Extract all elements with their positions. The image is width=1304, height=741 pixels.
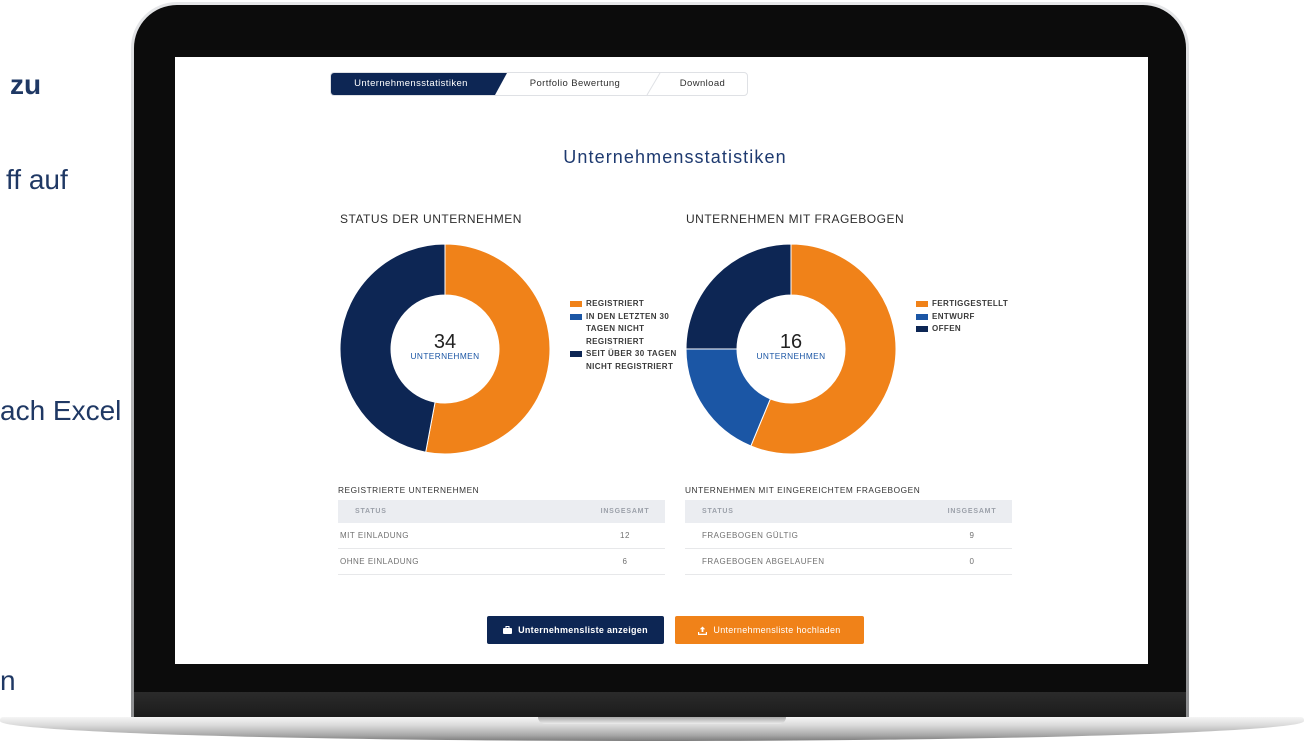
legend-item: FERTIGGESTELLT [916, 298, 1008, 311]
legend-swatch [570, 301, 582, 307]
legend-item: SEIT ÜBER 30 TAGEN NICHT REGISTRIERT [570, 348, 690, 373]
cell-total: 6 [622, 557, 628, 566]
chart-title-fragebogen: UNTERNEHMEN MIT FRAGEBOGEN [686, 212, 905, 226]
legend-item: IN DEN LETZTEN 30 TAGEN NICHT REGISTRIER… [570, 311, 690, 349]
cell-total: 9 [969, 531, 975, 540]
side-text-line-1: zu [10, 69, 42, 100]
table-header: STATUS INSGESAMT [685, 500, 1012, 523]
tab-label: Download [679, 78, 726, 89]
legend-item: OFFEN [916, 323, 1008, 336]
cell-status: FRAGEBOGEN GÜLTIG [702, 531, 799, 540]
donut-center: 16 UNTERNEHMEN [741, 331, 841, 361]
legend-swatch [570, 351, 582, 357]
legend-swatch [916, 313, 928, 320]
tab-download[interactable]: Download [656, 73, 747, 95]
legend-label: REGISTRIERT [586, 299, 645, 308]
table-row: FRAGEBOGEN GÜLTIG 9 [685, 523, 1012, 549]
legend-label: SEIT ÜBER 30 TAGEN NICHT REGISTRIERT [586, 349, 677, 371]
donut-center: 34 UNTERNEHMEN [395, 331, 495, 361]
side-text-line-4: n [0, 665, 16, 696]
upload-icon [698, 626, 708, 635]
legend-swatch [916, 301, 928, 307]
table-row: MIT EINLADUNG 12 [338, 523, 665, 549]
donut-center-value: 34 [433, 331, 457, 353]
tab-bar: Unternehmensstatistiken Portfolio Bewert… [330, 72, 748, 96]
table-caption: UNTERNEHMEN MIT EINGEREICHTEM FRAGEBOGEN [685, 485, 921, 495]
column-header-total: INSGESAMT [600, 508, 650, 515]
cell-status: MIT EINLADUNG [340, 531, 410, 540]
table-row: OHNE EINLADUNG 6 [338, 549, 665, 575]
legend-item: REGISTRIERT [570, 298, 690, 311]
table-eingereichte-fragebogen: UNTERNEHMEN MIT EINGEREICHTEM FRAGEBOGEN… [685, 485, 1012, 575]
cell-status: OHNE EINLADUNG [340, 557, 420, 566]
donut-center-value: 16 [779, 331, 803, 353]
legend-label: ENTWURF [932, 311, 975, 321]
button-label: Unternehmensliste hochladen [713, 625, 841, 635]
donut-center-label: UNTERNEHMEN [756, 351, 826, 361]
table-caption: REGISTRIERTE UNTERNEHMEN [338, 485, 480, 495]
chart-legend: REGISTRIERT IN DEN LETZTEN 30 TAGEN NICH… [570, 298, 690, 373]
legend-label: OFFEN [932, 324, 962, 333]
side-text-line-3: ach Excel [0, 395, 122, 426]
button-label: Unternehmensliste anzeigen [518, 625, 648, 635]
table-header: STATUS INSGESAMT [338, 500, 665, 523]
chart-legend: FERTIGGESTELLT ENTWURF OFFEN [916, 298, 1008, 336]
column-header-total: INSGESAMT [947, 508, 997, 515]
table-registrierte-unternehmen: REGISTRIERTE UNTERNEHMEN STATUS INSGESAM… [338, 485, 665, 575]
show-company-list-button[interactable]: Unternehmensliste anzeigen [487, 616, 664, 644]
legend-item: ENTWURF [916, 311, 1008, 324]
cell-total: 12 [620, 531, 630, 540]
upload-company-list-button[interactable]: Unternehmensliste hochladen [675, 616, 864, 644]
briefcase-icon [503, 626, 513, 634]
legend-label: FERTIGGESTELLT [932, 299, 1009, 308]
legend-label: IN DEN LETZTEN 30 TAGEN NICHT REGISTRIER… [586, 311, 670, 346]
page-title: Unternehmensstatistiken [563, 147, 787, 167]
dashboard-screen: Unternehmensstatistiken Portfolio Bewert… [175, 57, 1148, 664]
laptop-chin [134, 692, 1186, 718]
table-row: FRAGEBOGEN ABGELAUFEN 0 [685, 549, 1012, 575]
chart-title-status: STATUS DER UNTERNEHMEN [340, 212, 522, 226]
slide-canvas: zu ff auf ach Excel n Unternehmensstatis… [0, 0, 1304, 741]
side-text-line-2: ff auf [6, 164, 68, 195]
cell-status: FRAGEBOGEN ABGELAUFEN [702, 557, 825, 566]
column-header-status: STATUS [702, 508, 734, 515]
cell-total: 0 [969, 557, 975, 566]
legend-swatch [916, 326, 928, 332]
donut-center-label: UNTERNEHMEN [410, 351, 480, 361]
legend-swatch [570, 313, 582, 320]
laptop-notch [538, 717, 786, 724]
column-header-status: STATUS [355, 508, 387, 515]
